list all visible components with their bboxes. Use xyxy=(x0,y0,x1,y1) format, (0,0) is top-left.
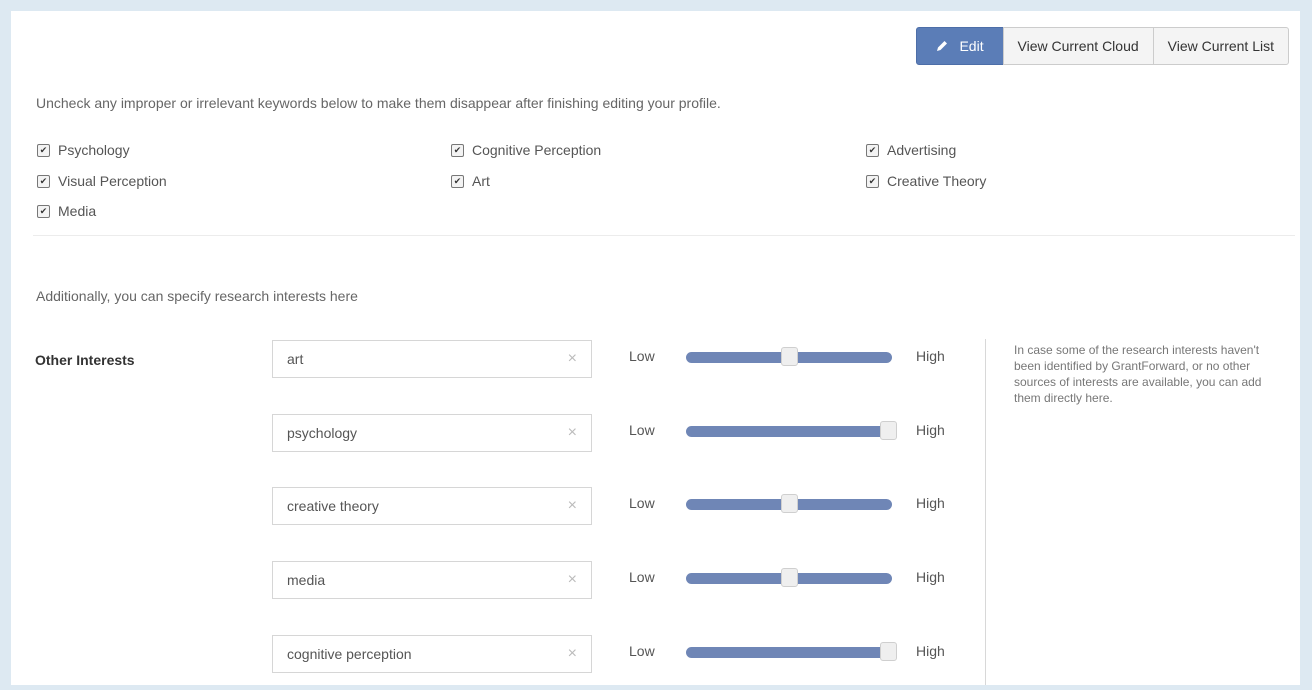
low-label: Low xyxy=(629,495,655,511)
low-label: Low xyxy=(629,348,655,364)
view-current-list-button[interactable]: View Current List xyxy=(1152,27,1289,65)
high-label: High xyxy=(916,495,945,511)
high-label: High xyxy=(916,643,945,659)
pencil-icon xyxy=(937,41,948,51)
other-interests-label: Other Interests xyxy=(35,352,135,368)
interest-level-slider[interactable] xyxy=(686,347,892,366)
slider-handle[interactable] xyxy=(780,494,798,513)
keyword-instructions: Uncheck any improper or irrelevant keywo… xyxy=(36,95,721,111)
high-label: High xyxy=(916,422,945,438)
checkmark-icon[interactable]: ✔ xyxy=(37,143,50,157)
interest-level-slider[interactable] xyxy=(686,568,892,587)
keyword-label: Advertising xyxy=(887,142,957,158)
interest-input-value: cognitive perception xyxy=(287,646,412,662)
interest-input[interactable]: psychology × xyxy=(272,414,592,452)
keyword-label: Psychology xyxy=(58,142,130,158)
interest-level-slider[interactable] xyxy=(686,421,897,440)
clear-x-icon[interactable]: × xyxy=(568,571,577,589)
slider-handle[interactable] xyxy=(880,642,897,661)
slider-handle[interactable] xyxy=(780,568,798,587)
keyword-item[interactable]: ✔ Psychology xyxy=(37,142,130,158)
section-divider xyxy=(33,235,1295,236)
keyword-item[interactable]: ✔ Media xyxy=(37,203,96,219)
keyword-label: Art xyxy=(472,173,490,189)
checkmark-icon[interactable]: ✔ xyxy=(37,174,50,188)
checkmark-icon[interactable]: ✔ xyxy=(866,174,879,188)
keyword-label: Creative Theory xyxy=(887,173,987,189)
keyword-label: Media xyxy=(58,203,97,219)
help-divider xyxy=(985,339,986,685)
additional-interests-text: Additionally, you can specify research i… xyxy=(36,288,358,304)
slider-handle[interactable] xyxy=(880,421,897,440)
clear-x-icon[interactable]: × xyxy=(568,645,577,663)
interest-input-value: creative theory xyxy=(287,498,379,514)
clear-x-icon[interactable]: × xyxy=(568,497,577,515)
clear-x-icon[interactable]: × xyxy=(568,350,577,368)
interest-input[interactable]: media × xyxy=(272,561,592,599)
clear-x-icon[interactable]: × xyxy=(568,424,577,442)
low-label: Low xyxy=(629,569,655,585)
edit-button[interactable]: Edit xyxy=(915,27,1004,65)
keyword-label: Visual Perception xyxy=(58,173,167,189)
interest-input-value: psychology xyxy=(287,425,358,441)
keyword-item[interactable]: ✔ Visual Perception xyxy=(37,173,167,189)
edit-button-label: Edit xyxy=(959,38,984,54)
high-label: High xyxy=(916,348,945,364)
interest-input[interactable]: creative theory × xyxy=(272,487,592,525)
interest-level-slider[interactable] xyxy=(686,494,892,513)
checkmark-icon[interactable]: ✔ xyxy=(866,143,879,157)
keyword-item[interactable]: ✔ Advertising xyxy=(866,142,956,158)
profile-edit-panel: Edit View Current Cloud View Current Lis… xyxy=(11,11,1300,685)
help-text: In case some of the research interests h… xyxy=(1014,343,1262,405)
view-toolbar: Edit View Current Cloud View Current Lis… xyxy=(915,27,1289,65)
low-label: Low xyxy=(629,422,655,438)
keyword-label: Cognitive Perception xyxy=(472,142,602,158)
interest-input-value: art xyxy=(287,351,304,367)
keyword-item[interactable]: ✔ Art xyxy=(451,173,490,189)
checkmark-icon[interactable]: ✔ xyxy=(451,174,464,188)
interest-level-slider[interactable] xyxy=(686,642,897,661)
keyword-item[interactable]: ✔ Cognitive Perception xyxy=(451,142,601,158)
checkmark-icon[interactable]: ✔ xyxy=(451,143,464,157)
interest-input[interactable]: cognitive perception × xyxy=(272,635,592,673)
slider-handle[interactable] xyxy=(780,347,798,366)
view-current-cloud-button[interactable]: View Current Cloud xyxy=(1002,27,1154,65)
interest-input[interactable]: art × xyxy=(272,340,592,378)
interest-input-value: media xyxy=(287,572,326,588)
keyword-item[interactable]: ✔ Creative Theory xyxy=(866,173,986,189)
checkmark-icon[interactable]: ✔ xyxy=(37,204,50,218)
low-label: Low xyxy=(629,643,655,659)
high-label: High xyxy=(916,569,945,585)
